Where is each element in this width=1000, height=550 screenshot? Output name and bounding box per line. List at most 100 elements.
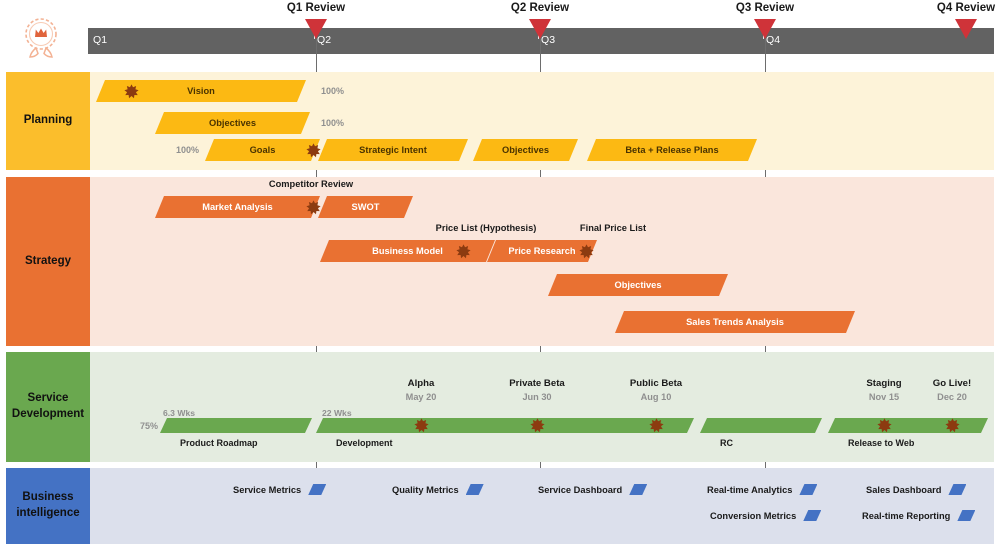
swimlane-header-service[interactable]: Service Development [6,352,90,462]
review-marker-triangle-icon [955,19,977,39]
milestone-gear-icon [306,142,321,158]
task-bar[interactable]: Sales Trends Analysis [615,311,855,333]
review-marker-triangle-icon [305,19,327,39]
task-bar[interactable] [700,418,822,433]
task-bar-label: Objectives [501,145,550,155]
milestone-label: Final Price List [579,223,647,233]
milestone: Private Beta Jun 30 [509,378,564,402]
task-bar[interactable]: Objectives [548,274,728,296]
task-bar[interactable] [828,418,988,433]
bi-item[interactable]: Service Metrics [233,484,326,495]
task-bar-label: Objectives [208,118,257,128]
bi-item[interactable]: Conversion Metrics [710,510,821,521]
milestone-title: Private Beta [509,378,565,389]
task-bar-label: Business Model [372,246,443,256]
task-bar[interactable] [160,418,312,433]
bi-item[interactable]: Real-time Reporting [862,510,975,521]
milestone-gear-icon [530,418,545,433]
bi-item[interactable]: Sales Dashboard [866,484,966,495]
review-marker-label: Q2 Review [510,2,570,14]
task-bar[interactable] [316,418,694,433]
milestone: Alpha May 20 [406,378,437,402]
task-bar-label: Development [336,438,393,448]
task-bar[interactable]: Objectives [473,139,578,161]
task-bar-label: Vision [187,86,215,96]
bi-item-label: Real-time Analytics [707,484,793,495]
milestone-gear-icon [456,243,471,259]
milestone-date: Aug 10 [640,392,672,402]
task-bar-label: Beta + Release Plans [625,145,719,155]
milestone-title: Staging [866,378,902,389]
bi-chip-icon [466,484,484,495]
bi-item-label: Service Metrics [233,484,302,495]
milestone-gear-icon [649,418,664,433]
swimlane-bi: Business intelligence [6,468,994,544]
milestone-title: Go Live! [932,378,972,389]
bi-item-label: Quality Metrics [392,484,459,495]
task-bar[interactable]: Strategic Intent [318,139,468,161]
milestone-label: Price List (Hypothesis) [435,223,537,233]
milestone: Go Live! Dec 20 [933,378,971,402]
bi-item-label: Sales Dashboard [866,484,942,495]
bi-chip-icon [799,484,817,495]
task-bar-label: Sales Trends Analysis [686,317,784,327]
task-bar-label: RC [720,438,733,448]
swimlane-title: Service Development [11,392,85,420]
bi-chip-icon [957,510,975,521]
progress-percent: 75% [140,421,159,431]
progress-percent: 100% [321,118,345,128]
task-bar[interactable]: SWOT [318,196,413,218]
award-rosette-crown-icon [14,14,68,62]
task-bar[interactable]: Beta + Release Plans [587,139,757,161]
milestone-gear-icon [306,199,321,215]
task-bar-label: Product Roadmap [180,438,258,448]
task-bar-label: SWOT [351,202,380,212]
bi-item[interactable]: Quality Metrics [392,484,484,495]
swimlane-header-planning[interactable]: Planning [6,72,90,170]
review-marker-4[interactable]: Q4 Review [921,0,1000,54]
milestone-label: Competitor Review [268,179,354,189]
milestone-gear-icon [414,418,429,433]
roadmap-canvas: Q1 Q2 Q3 Q4 Q1 Review Q2 Review Q3 Review Q4 Re… [0,0,1000,550]
task-bar-label: Release to Web [848,438,915,448]
review-marker-label: Q4 Review [936,2,996,14]
task-bar[interactable]: Market Analysis [155,196,320,218]
milestone: Staging Nov 15 [866,378,901,402]
bi-chip-icon [803,510,821,521]
milestone-date: May 20 [405,392,437,402]
duration-label: 6.3 Wks [163,408,196,418]
milestone-title: Alpha [407,378,435,389]
milestone-date: Jun 30 [522,392,552,402]
bi-chip-icon [948,484,966,495]
bi-item-label: Service Dashboard [538,484,623,495]
review-marker-triangle-icon [529,19,551,39]
quarter-label-q1: Q1 [93,34,108,46]
review-marker-triangle-icon [754,19,776,39]
swimlane-body-bi [90,468,994,544]
review-marker-label: Q3 Review [735,2,795,14]
bi-item-label: Conversion Metrics [710,510,797,521]
task-bar-label: Goals [249,145,276,155]
task-bar[interactable]: Goals [205,139,320,161]
swimlane-header-bi[interactable]: Business intelligence [6,468,90,544]
milestone-gear-icon [124,83,139,99]
milestone-title: Public Beta [629,378,683,389]
milestone-gear-icon [579,243,594,259]
milestone: Public Beta Aug 10 [630,378,682,402]
review-marker-label: Q1 Review [286,2,346,14]
swimlane-title: Planning [23,114,73,127]
swimlane-header-strategy[interactable]: Strategy [6,177,90,346]
task-bar-label: Market Analysis [202,202,273,212]
bi-item-label: Real-time Reporting [862,510,951,521]
bi-chip-icon [308,484,326,495]
duration-label: 22 Wks [322,408,352,418]
milestone-date: Dec 20 [937,392,967,402]
bi-item[interactable]: Real-time Analytics [707,484,817,495]
task-bar-label: Price Research [508,246,576,256]
progress-percent: 100% [321,86,345,96]
progress-percent: 100% [176,145,200,155]
bi-item[interactable]: Service Dashboard [538,484,647,495]
task-bar[interactable]: Objectives [155,112,310,134]
swimlane-service: Service Development [6,352,994,462]
milestone-gear-icon [945,418,960,433]
